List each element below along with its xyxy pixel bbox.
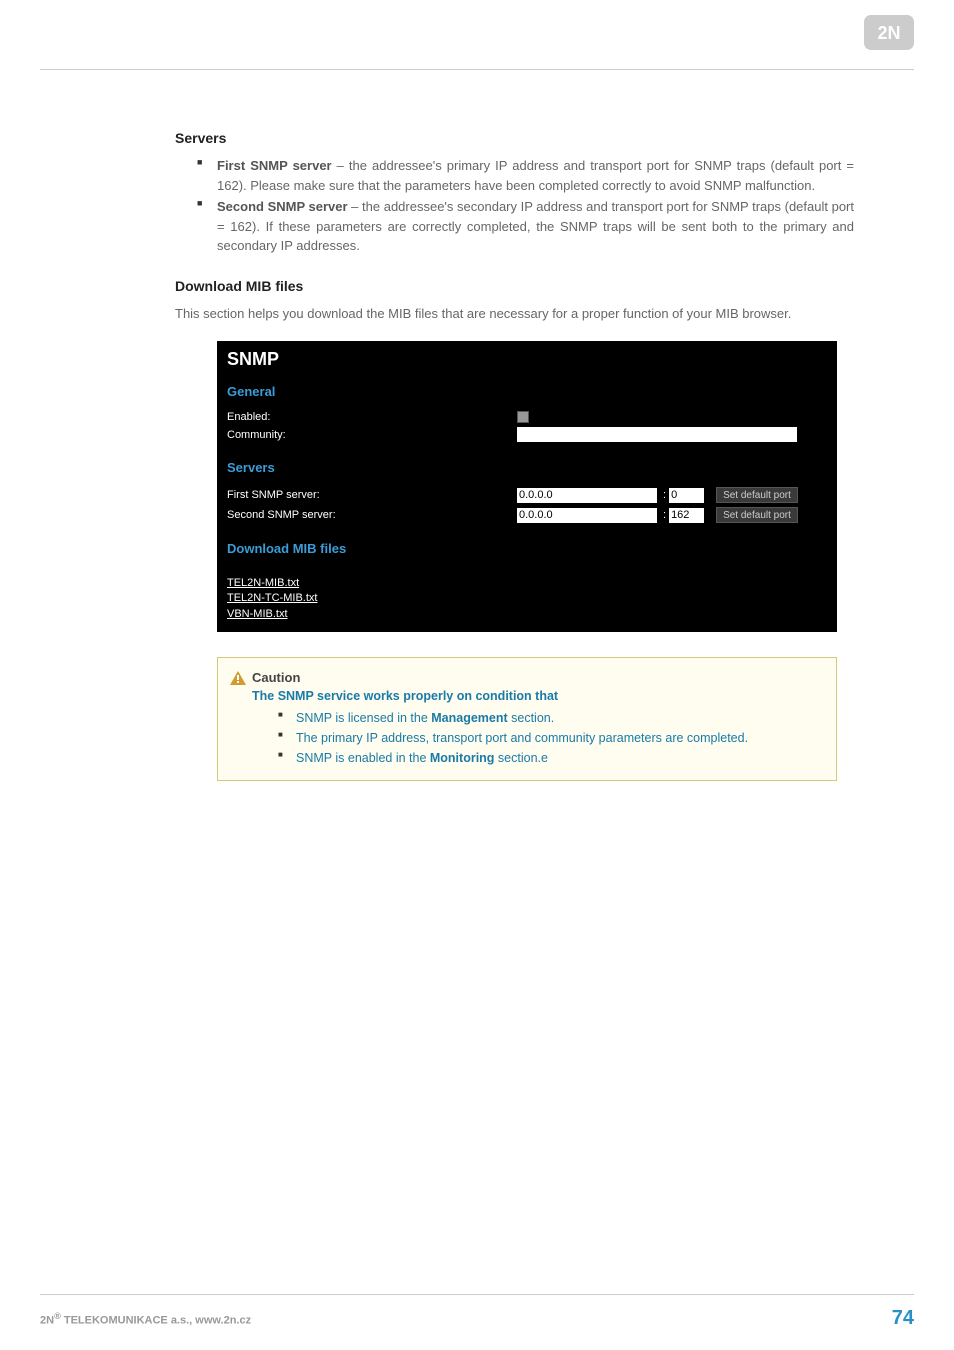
download-mib-intro: This section helps you download the MIB …: [175, 304, 854, 324]
snmp-config-screenshot: SNMP General Enabled: Community: Servers…: [217, 341, 837, 632]
community-input[interactable]: [517, 427, 797, 442]
caution-subtitle: The SNMP service works properly on condi…: [252, 689, 822, 703]
list-item: Second SNMP server – the addressee's sec…: [217, 197, 854, 256]
second-snmp-port-input[interactable]: [669, 508, 704, 523]
first-snmp-port-input[interactable]: [669, 488, 704, 503]
caution-item: The primary IP address, transport port a…: [296, 729, 822, 748]
svg-text:2N: 2N: [877, 23, 900, 43]
caution-item: SNMP is enabled in the Monitoring sectio…: [296, 749, 822, 768]
mib-file-link[interactable]: VBN-MIB.txt: [227, 607, 827, 622]
second-snmp-label: Second SNMP server:: [227, 509, 517, 521]
mib-file-link[interactable]: TEL2N-TC-MIB.txt: [227, 591, 827, 606]
caution-icon: [230, 671, 246, 690]
second-snmp-ip-input[interactable]: [517, 508, 657, 523]
download-mib-section-label: Download MIB files: [227, 541, 827, 556]
first-snmp-label: First SNMP server:: [227, 489, 517, 501]
set-default-port-button[interactable]: Set default port: [716, 487, 798, 503]
servers-section-label: Servers: [227, 460, 827, 475]
colon-separator: :: [663, 489, 666, 501]
mib-file-link[interactable]: TEL2N-MIB.txt: [227, 576, 827, 591]
enabled-label: Enabled:: [227, 411, 517, 423]
caution-item: SNMP is licensed in the Management secti…: [296, 709, 822, 728]
community-label: Community:: [227, 429, 517, 441]
footer-company: 2N® TELEKOMUNIKACE a.s., www.2n.cz: [40, 1311, 251, 1327]
brand-logo: 2N: [864, 15, 914, 50]
snmp-title: SNMP: [227, 349, 827, 370]
first-snmp-ip-input[interactable]: [517, 488, 657, 503]
caution-admonition: Caution The SNMP service works properly …: [217, 657, 837, 781]
general-section-label: General: [227, 384, 827, 399]
servers-heading: Servers: [175, 130, 854, 146]
colon-separator: :: [663, 509, 666, 521]
caution-title: Caution: [252, 670, 822, 685]
download-mib-heading: Download MIB files: [175, 278, 854, 294]
page-number: 74: [892, 1307, 914, 1330]
set-default-port-button[interactable]: Set default port: [716, 507, 798, 523]
list-item: First SNMP server – the addressee's prim…: [217, 156, 854, 195]
enabled-checkbox[interactable]: [517, 411, 529, 423]
